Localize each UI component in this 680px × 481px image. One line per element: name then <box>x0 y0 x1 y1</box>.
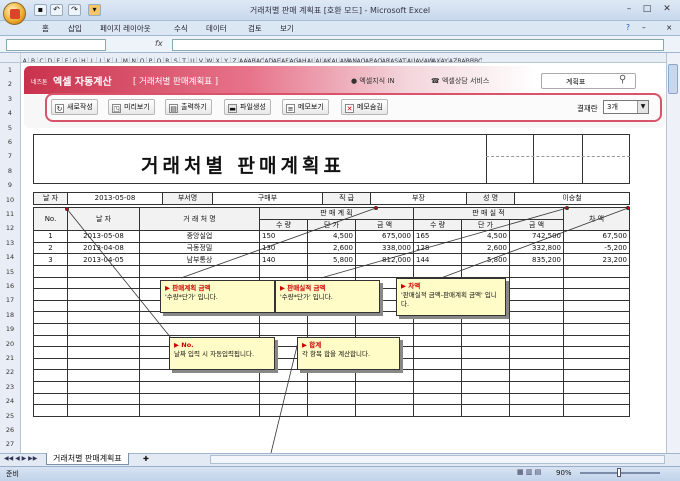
minimize-icon[interactable]: – <box>620 3 638 16</box>
callout-total-body: 각 항목 합을 계산합니다. <box>302 350 371 358</box>
row-header[interactable]: 17 <box>0 296 20 304</box>
row-header[interactable]: 21 <box>0 354 20 362</box>
status-bar <box>0 466 680 481</box>
connector-plan <box>180 207 377 279</box>
tab-page-layout[interactable]: 페이지 레이아웃 <box>100 23 151 34</box>
row-headers: 1 2 3 4 5 6 7 8 9 10 11 12 13 14 15 16 17 18 19 20 21 22 23 24 2… <box>0 63 21 453</box>
row-header[interactable]: 13 <box>0 239 20 247</box>
row-header[interactable]: 2 <box>0 80 20 88</box>
row-header[interactable]: 24 <box>0 397 20 405</box>
row-header[interactable]: 15 <box>0 268 20 276</box>
callout-plan-amount: ▶ 판매계획 금액 '수량*단가' 입니다. <box>160 280 275 313</box>
maximize-icon[interactable]: □ <box>638 3 656 16</box>
row-header[interactable]: 12 <box>0 224 20 232</box>
row-header[interactable]: 4 <box>0 109 20 117</box>
marker-diff <box>626 205 631 210</box>
row-header[interactable]: 23 <box>0 383 20 391</box>
connector-no <box>66 208 172 339</box>
row-header[interactable]: 9 <box>0 181 20 189</box>
callout-total-head: ▶ 합계 <box>302 341 322 349</box>
workbook-minimize-icon[interactable]: – <box>642 23 646 32</box>
view-mode-icons[interactable]: ▦ ▥ ▤ <box>517 468 551 478</box>
row-header[interactable]: 20 <box>0 340 20 348</box>
select-all-corner[interactable] <box>0 53 21 62</box>
ribbon-tabs: 홈 삽입 페이지 레이아웃 수식 데이터 검토 보기 ? – × <box>0 21 680 36</box>
row-header[interactable]: 16 <box>0 282 20 290</box>
connector-total <box>270 337 300 453</box>
row-header[interactable]: 10 <box>0 196 20 204</box>
tab-review[interactable]: 검토 <box>248 23 262 34</box>
insert-sheet-icon[interactable]: ✚ <box>143 455 149 463</box>
marker-plan <box>373 205 378 210</box>
zoom-slider-knob[interactable] <box>617 468 621 477</box>
office-button[interactable] <box>3 2 26 25</box>
row-header[interactable]: 8 <box>0 167 20 175</box>
row-header[interactable]: 27 <box>0 440 20 448</box>
row-header[interactable]: 3 <box>0 95 20 103</box>
row-header[interactable]: 1 <box>0 66 20 74</box>
status-text: 준비 <box>6 470 19 478</box>
tab-insert[interactable]: 삽입 <box>68 23 82 34</box>
vertical-scrollbar[interactable] <box>666 53 680 453</box>
callout-no: ▶ No. 날짜 입력 시 자동입력됩니다. <box>169 337 275 370</box>
row-header[interactable]: 7 <box>0 152 20 160</box>
callout-diff: ▶ 차액 '판매실적 금액-판매계획 금액' 입니다. <box>396 278 506 316</box>
marker-actual <box>565 205 570 210</box>
callout-no-head: ▶ No. <box>174 341 194 349</box>
tab-view[interactable]: 보기 <box>280 23 294 34</box>
connector-diff <box>440 207 629 279</box>
callout-plan-body: '수량*단가' 입니다. <box>165 293 218 301</box>
help-icon[interactable]: ? <box>626 23 630 32</box>
name-box[interactable] <box>6 39 106 51</box>
marker-no <box>65 206 70 211</box>
connector-actual <box>320 207 568 279</box>
workbook-close-icon[interactable]: × <box>666 23 672 32</box>
callout-actual-body: '수량*단가' 입니다. <box>280 293 333 301</box>
tab-home[interactable]: 홈 <box>42 23 49 34</box>
callout-actual-amount: ▶ 판매실적 금액 '수량*단가' 입니다. <box>275 280 380 313</box>
tab-formulas[interactable]: 수식 <box>174 23 188 34</box>
callout-diff-body: '판매실적 금액-판매계획 금액' 입니다. <box>401 291 497 308</box>
zoom-level[interactable]: 90% <box>556 469 572 477</box>
vertical-scroll-thumb[interactable] <box>668 64 678 94</box>
callout-total: ▶ 합계 각 항목 합을 계산합니다. <box>297 337 400 370</box>
row-header[interactable]: 5 <box>0 124 20 132</box>
row-header[interactable]: 25 <box>0 412 20 420</box>
row-header[interactable]: 14 <box>0 253 20 261</box>
horizontal-scrollbar[interactable] <box>210 455 665 464</box>
callout-diff-head: ▶ 차액 <box>401 282 421 290</box>
callout-plan-head: ▶ 판매계획 금액 <box>165 284 211 292</box>
callout-connectors <box>65 205 631 453</box>
row-header[interactable]: 11 <box>0 210 20 218</box>
callout-no-body: 날짜 입력 시 자동입력됩니다. <box>174 350 255 358</box>
formula-input[interactable] <box>172 39 664 51</box>
row-header[interactable]: 6 <box>0 138 20 146</box>
close-icon[interactable]: ✕ <box>658 3 676 16</box>
window-title: 거래처별 판매 계획표 [호환 모드] - Microsoft Excel <box>249 6 431 15</box>
sheet-area[interactable]: 네즈톤 엑셀 자동계산 [ 거래처별 판매계획표 ] ● 엑셀지식 IN ☎ 엑… <box>21 63 666 453</box>
tab-data[interactable]: 데이터 <box>206 23 227 34</box>
row-header[interactable]: 18 <box>0 311 20 319</box>
fx-icon[interactable]: fx <box>155 39 163 48</box>
office-logo-icon <box>10 9 20 19</box>
row-header[interactable]: 19 <box>0 325 20 333</box>
callout-actual-head: ▶ 판매실적 금액 <box>280 284 326 292</box>
row-header[interactable]: 26 <box>0 426 20 434</box>
row-header[interactable]: 22 <box>0 368 20 376</box>
sheet-nav-arrows[interactable]: ◀◀ ◀ ▶ ▶▶ <box>4 455 37 462</box>
sheet-tab-active[interactable]: 거래처별 판매계획표 <box>46 453 129 465</box>
column-headers: A B C D E F G H I J K L M N O P Q R S T U V W X Y Z AAABACADAEAFAG… <box>0 53 666 63</box>
